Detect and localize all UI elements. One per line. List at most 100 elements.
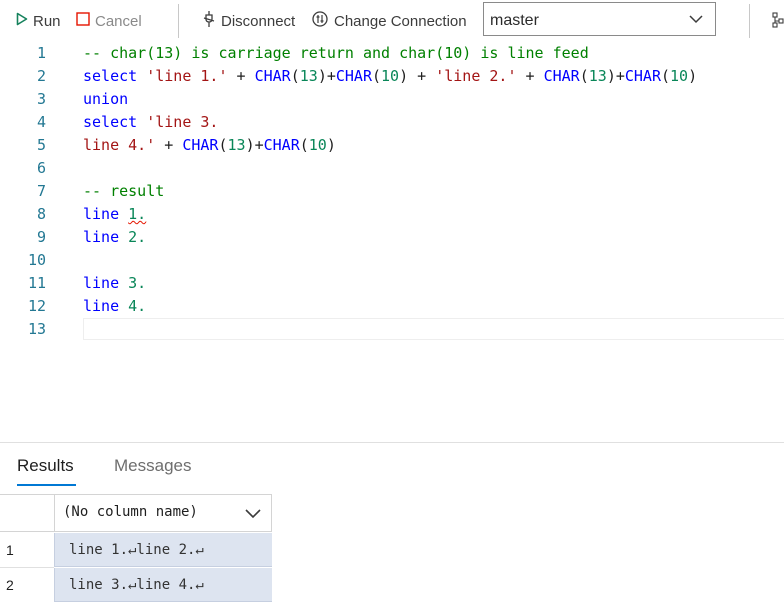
code-token: line: [83, 297, 129, 315]
code-token: CHAR: [254, 67, 291, 85]
code-token: CHAR: [182, 136, 219, 154]
code-token: 1.: [128, 205, 147, 223]
code-token: )+: [606, 67, 625, 85]
table-row[interactable]: 1 line 1.↵line 2.↵: [0, 533, 272, 567]
code-token: 'line 2.': [435, 67, 517, 85]
disconnect-label: Disconnect: [221, 12, 296, 30]
chevron-down-icon[interactable]: [245, 507, 261, 523]
code-token: 10: [381, 67, 400, 85]
code-token: line 4.': [83, 136, 156, 154]
editor-line[interactable]: 12 line 4.: [0, 295, 784, 318]
line-number: 7: [36, 182, 46, 200]
code-text: -- result: [83, 180, 164, 203]
code-token: +: [155, 136, 183, 154]
line-number: 13: [27, 320, 46, 338]
database-select[interactable]: master: [483, 2, 716, 36]
editor-line[interactable]: 2 select 'line 1.' + CHAR(13)+CHAR(10) + …: [0, 65, 784, 88]
code-token: 13: [227, 136, 246, 154]
query-plan-icon[interactable]: [772, 12, 784, 33]
code-token: +: [227, 67, 255, 85]
code-text: line 4.: [83, 295, 146, 318]
line-number: 2: [36, 67, 46, 85]
tab-results[interactable]: Results: [17, 456, 74, 476]
stop-icon: [76, 12, 90, 30]
run-label: Run: [33, 12, 61, 30]
code-token: (: [218, 136, 228, 154]
code-text: select 'line 1.' + CHAR(13)+CHAR(10) + '…: [83, 65, 697, 88]
code-token: 13: [588, 67, 607, 85]
code-token: 3.: [128, 274, 147, 292]
line-number: 5: [36, 136, 46, 154]
editor-line[interactable]: 13: [0, 318, 784, 341]
code-token: line: [83, 274, 129, 292]
results-divider[interactable]: [0, 442, 784, 443]
code-token: (: [661, 67, 671, 85]
grid-corner[interactable]: [0, 494, 54, 532]
editor-line[interactable]: 9 line 2.: [0, 226, 784, 249]
code-token: line: [83, 205, 129, 223]
change-connection-icon: [311, 10, 329, 32]
code-text: line 1.: [83, 203, 146, 226]
line-number: 6: [36, 159, 46, 177]
table-row[interactable]: 2 line 3.↵line 4.↵: [0, 568, 272, 602]
code-token: CHAR: [263, 136, 300, 154]
editor-line[interactable]: 3 union: [0, 88, 784, 111]
tab-messages[interactable]: Messages: [114, 456, 191, 476]
editor-line[interactable]: 7 -- result: [0, 180, 784, 203]
code-token: line: [83, 228, 129, 246]
editor-line[interactable]: 11 line 3.: [0, 272, 784, 295]
cancel-button[interactable]: Cancel: [76, 10, 142, 32]
cell-value: line 3.↵line 4.↵: [69, 577, 204, 593]
column-header[interactable]: (No column name): [54, 494, 272, 532]
line-number: 9: [36, 228, 46, 246]
code-token: (: [579, 67, 589, 85]
code-token: +: [516, 67, 544, 85]
code-token: 13: [299, 67, 318, 85]
table-cell[interactable]: line 3.↵line 4.↵: [54, 568, 272, 602]
editor-line[interactable]: 1 -- char(13) is carriage return and char…: [0, 42, 784, 65]
code-token: ) +: [399, 67, 436, 85]
disconnect-button[interactable]: Disconnect: [202, 10, 295, 32]
code-token: 4.: [128, 297, 147, 315]
disconnect-icon: [202, 10, 216, 32]
code-editor[interactable]: 1 -- char(13) is carriage return and char…: [0, 42, 784, 442]
line-number: 1: [36, 44, 46, 62]
toolbar-separator: [178, 4, 179, 38]
editor-line[interactable]: 4 select 'line 3.: [0, 111, 784, 134]
editor-line[interactable]: 6: [0, 157, 784, 180]
code-token: )+: [317, 67, 336, 85]
row-number: 1: [6, 542, 14, 558]
cancel-label: Cancel: [95, 12, 142, 30]
code-token: 'line 1.': [146, 67, 228, 85]
code-token: select: [83, 113, 147, 131]
code-token: 'line 3.: [146, 113, 219, 131]
table-cell[interactable]: line 1.↵line 2.↵: [54, 533, 272, 567]
change-connection-button[interactable]: Change Connection: [311, 10, 467, 32]
run-button[interactable]: Run: [16, 10, 61, 32]
editor-line[interactable]: 10: [0, 249, 784, 272]
code-token: -- result: [83, 182, 165, 200]
play-icon: [16, 12, 28, 30]
code-token: (: [290, 67, 300, 85]
line-number: 12: [27, 297, 46, 315]
toolbar-separator: [749, 4, 750, 38]
code-token: select: [83, 67, 147, 85]
code-token: -- char(13) is carriage return and char(…: [83, 44, 589, 62]
code-token: CHAR: [335, 67, 372, 85]
active-tab-indicator: [17, 484, 76, 486]
editor-line[interactable]: 5 line 4.' + CHAR(13)+CHAR(10): [0, 134, 784, 157]
code-text: line 2.: [83, 226, 146, 249]
code-token: 2.: [128, 228, 147, 246]
editor-line[interactable]: 8 line 1.: [0, 203, 784, 226]
chevron-down-icon: [689, 12, 703, 31]
code-token: )+: [245, 136, 264, 154]
grid-header: (No column name): [0, 494, 272, 532]
line-number: 11: [27, 274, 46, 292]
code-token: CHAR: [624, 67, 661, 85]
code-text: line 4.' + CHAR(13)+CHAR(10): [83, 134, 336, 157]
query-toolbar: Run Cancel Disconnect Change Connection …: [0, 0, 784, 42]
code-token: (: [372, 67, 382, 85]
row-number: 2: [6, 577, 14, 593]
code-token: ): [326, 136, 336, 154]
code-token: union: [83, 90, 129, 108]
